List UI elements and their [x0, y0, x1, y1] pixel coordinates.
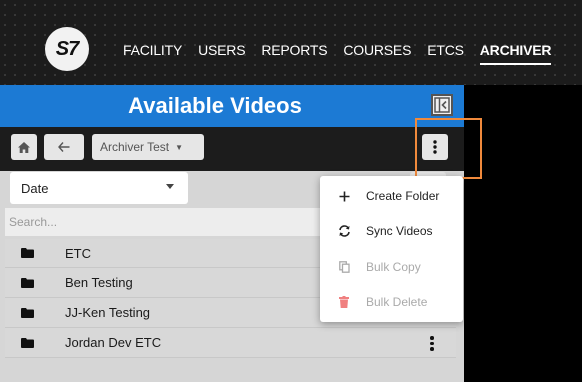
nav-etcs[interactable]: ETCS: [427, 41, 464, 59]
panel-header: Available Videos: [0, 85, 464, 127]
nav-courses[interactable]: COURSES: [343, 41, 411, 59]
folder-selector[interactable]: Archiver Test ▼: [92, 134, 204, 160]
row-more-options-button[interactable]: [430, 336, 434, 351]
bulk-copy-menu-item[interactable]: Bulk Copy: [320, 251, 463, 283]
back-button[interactable]: [44, 134, 84, 160]
bulk-delete-menu-item[interactable]: Bulk Delete: [320, 286, 463, 318]
sync-icon: [334, 225, 354, 237]
list-item[interactable]: Jordan Dev ETC: [5, 328, 456, 358]
home-button[interactable]: [11, 134, 37, 160]
folder-icon: [21, 337, 41, 348]
nav-archiver[interactable]: ARCHIVER: [479, 41, 551, 65]
home-icon: [18, 141, 30, 153]
list-item-name: Jordan Dev ETC: [65, 335, 162, 350]
top-navbar: S7 FACILITY USERS REPORTS COURSES ETCS A…: [0, 0, 582, 85]
search-placeholder: Search...: [9, 215, 58, 229]
collapse-panel-icon: [434, 97, 450, 113]
sync-videos-menu-item[interactable]: Sync Videos: [320, 215, 463, 247]
nav-users[interactable]: USERS: [198, 41, 245, 59]
dropdown-arrow-icon: [166, 184, 174, 189]
copy-icon: [334, 261, 354, 273]
plus-icon: [334, 191, 354, 202]
folder-icon: [21, 307, 41, 318]
nav-facility[interactable]: FACILITY: [123, 41, 182, 59]
caret-down-icon: ▼: [175, 142, 184, 152]
list-item-name: Ben Testing: [65, 275, 133, 290]
panel-toolbar: Archiver Test ▼: [0, 127, 464, 171]
collapse-panel-button[interactable]: [431, 94, 453, 116]
create-folder-label: Create Folder: [366, 189, 440, 203]
create-folder-menu-item[interactable]: Create Folder: [320, 180, 463, 212]
sync-videos-label: Sync Videos: [366, 224, 433, 238]
options-menu: Create Folder Sync Videos Bulk Copy Bulk…: [320, 176, 463, 322]
folder-selector-label: Archiver Test: [100, 140, 170, 154]
bulk-copy-label: Bulk Copy: [366, 260, 421, 274]
sort-select-value: Date: [21, 180, 49, 196]
folder-icon: [21, 277, 41, 288]
panel-title: Available Videos: [128, 93, 302, 118]
folder-icon: [21, 248, 41, 258]
list-item-name: ETC: [65, 245, 91, 261]
list-item-name: JJ-Ken Testing: [65, 305, 151, 320]
nav-reports[interactable]: REPORTS: [261, 41, 327, 59]
highlight-annotation: [415, 118, 482, 179]
nav-menu: FACILITY USERS REPORTS COURSES ETCS ARCH…: [123, 41, 567, 65]
trash-icon: [334, 296, 354, 308]
sort-select[interactable]: Date: [10, 172, 188, 204]
arrow-left-icon: [58, 142, 70, 152]
s7-logo[interactable]: S7: [45, 27, 89, 71]
bulk-delete-label: Bulk Delete: [366, 295, 428, 309]
